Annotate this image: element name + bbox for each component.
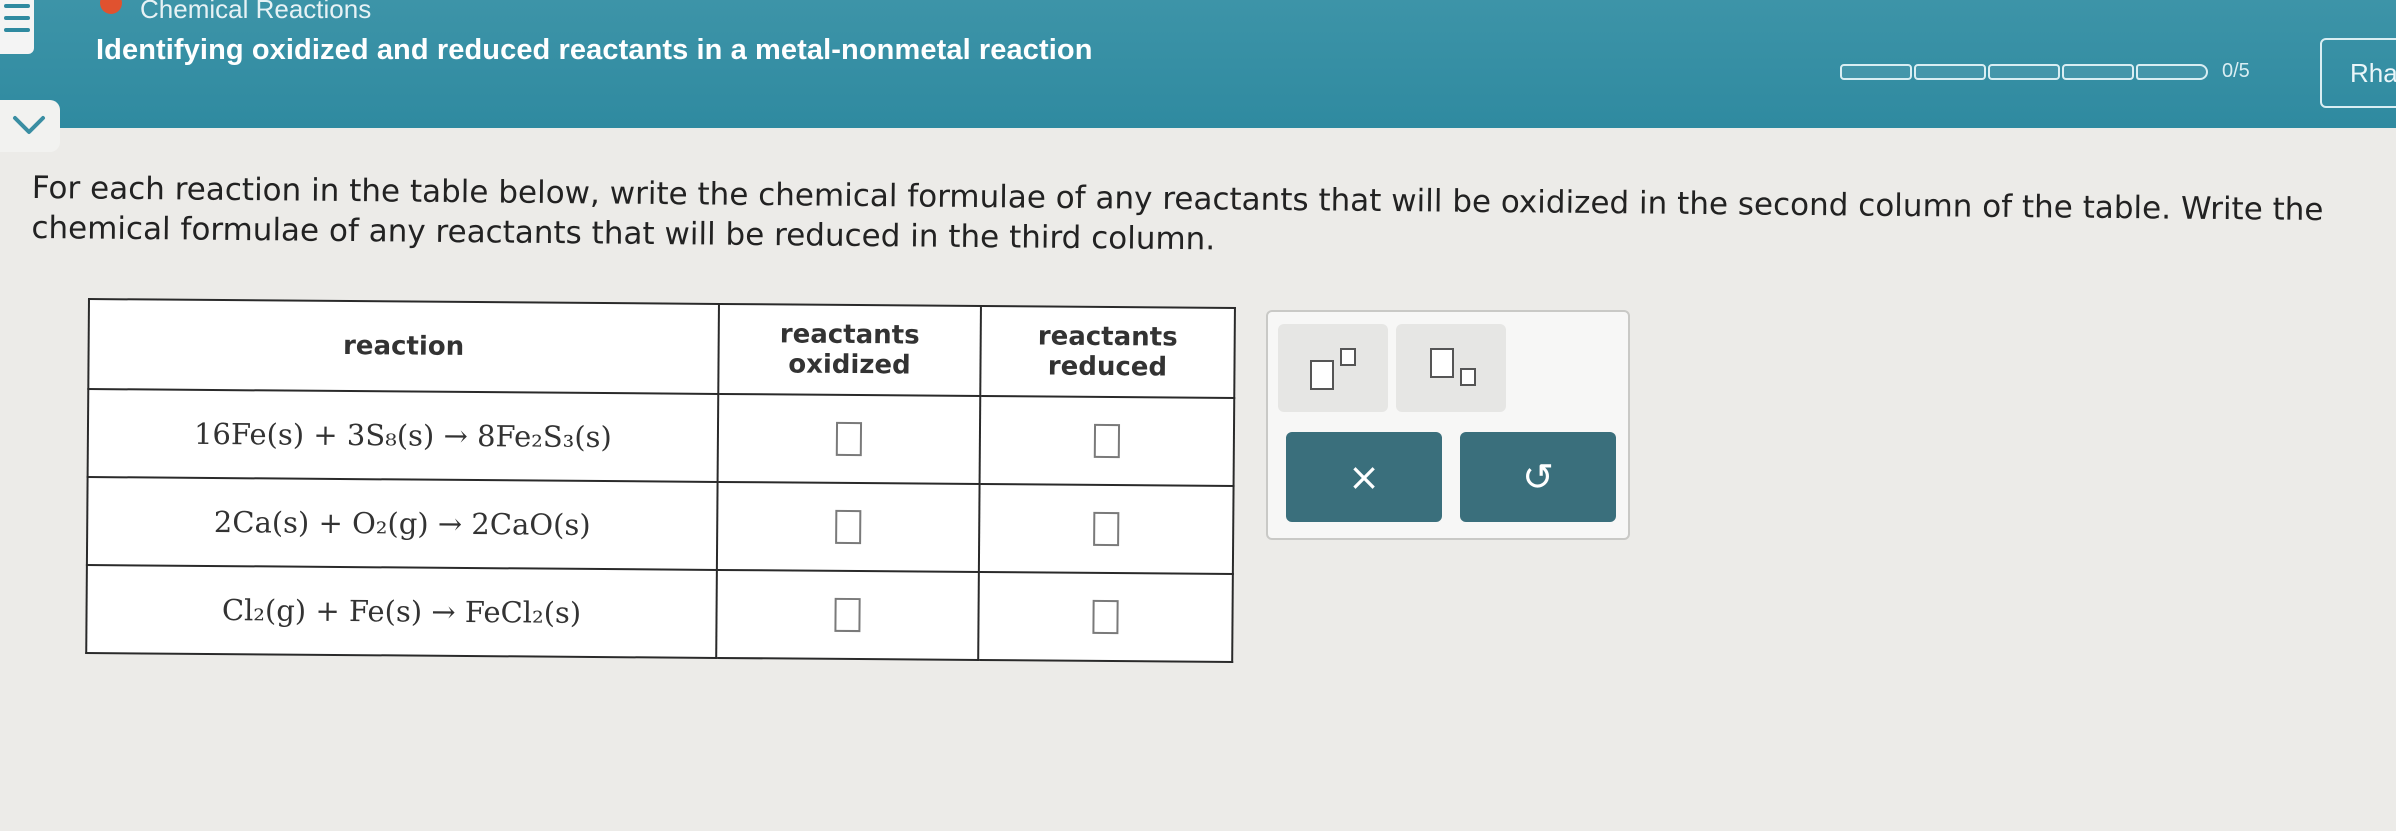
reaction-equation: 16Fe(s) + 3S₈(s) → 8Fe₂S₃(s) — [87, 389, 719, 482]
progress-segment — [1840, 63, 1912, 80]
oxidized-input[interactable] — [835, 509, 862, 545]
reduced-input[interactable] — [1092, 599, 1119, 635]
progress-count: 0/5 — [2222, 60, 2250, 82]
user-menu-button[interactable]: Rha — [2320, 38, 2396, 108]
superscript-button[interactable] — [1278, 324, 1388, 412]
reduced-input[interactable] — [1093, 423, 1121, 459]
collapse-button[interactable] — [0, 100, 60, 152]
header-bar: Chemical Reactions Identifying oxidized … — [0, 0, 2396, 128]
instructions-text: For each reaction in the table below, wr… — [31, 169, 2324, 258]
oxidized-cell[interactable] — [717, 393, 981, 485]
topic-name: Chemical Reactions — [140, 0, 372, 24]
oxidized-cell[interactable] — [716, 569, 979, 661]
subscript-button[interactable] — [1396, 324, 1506, 412]
oxidized-input[interactable] — [834, 597, 861, 633]
undo-button[interactable]: ↺ — [1460, 432, 1616, 522]
progress-bar: 0/5 — [1840, 60, 2250, 83]
progress-segment — [1914, 63, 1986, 80]
reaction-table: reaction reactants oxidized reactants redu… — [85, 298, 1236, 664]
header-reduced: reactants reduced — [980, 306, 1235, 399]
oxidized-cell[interactable] — [716, 481, 980, 573]
answer-palette: × ↺ — [1266, 310, 1630, 540]
chevron-down-icon — [13, 116, 45, 134]
progress-segment — [1988, 63, 2060, 80]
header-oxidized: reactants oxidized — [718, 303, 981, 397]
reduced-cell[interactable] — [978, 572, 1233, 662]
reduced-cell[interactable] — [979, 396, 1235, 487]
header-reaction: reaction — [88, 299, 719, 394]
reaction-equation: Cl₂(g) + Fe(s) → FeCl₂(s) — [86, 564, 717, 658]
topic-status-icon — [100, 0, 122, 14]
progress-segment — [2062, 63, 2134, 80]
clear-button[interactable]: × — [1286, 432, 1442, 522]
table-header-row: reaction reactants oxidized reactants redu… — [88, 299, 1235, 399]
close-icon: × — [1348, 455, 1380, 499]
table-row: Cl₂(g) + Fe(s) → FeCl₂(s) — [86, 564, 1233, 662]
table-row: 16Fe(s) + 3S₈(s) → 8Fe₂S₃(s) — [87, 389, 1235, 487]
reduced-input[interactable] — [1093, 511, 1120, 547]
hamburger-icon[interactable] — [0, 0, 34, 54]
undo-icon: ↺ — [1522, 455, 1554, 499]
oxidized-input[interactable] — [835, 421, 863, 457]
table-row: 2Ca(s) + O₂(g) → 2CaO(s) — [86, 477, 1234, 575]
page-title: Identifying oxidized and reduced reactan… — [96, 34, 1093, 66]
reduced-cell[interactable] — [978, 484, 1234, 575]
reaction-equation: 2Ca(s) + O₂(g) → 2CaO(s) — [86, 477, 718, 570]
progress-segment — [2136, 63, 2208, 80]
